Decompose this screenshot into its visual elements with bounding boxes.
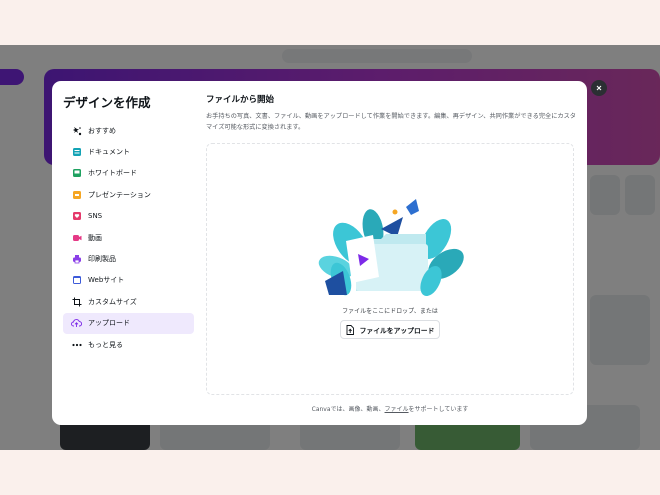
upload-folder-illustration — [318, 199, 464, 296]
nav-item-upload[interactable]: アップロード — [63, 312, 194, 334]
nav-item-document[interactable]: ドキュメント — [63, 141, 194, 162]
whiteboard-icon — [71, 168, 82, 179]
create-design-dialog: デザインを作成 おすすめ ドキュメント ホワイトボード プレゼンテーション SN… — [52, 81, 587, 425]
nav-label: プレゼンテーション — [88, 190, 151, 199]
close-button[interactable] — [591, 80, 607, 96]
presentation-icon — [71, 189, 82, 200]
printer-icon — [71, 254, 82, 265]
sparkle-icon — [71, 125, 82, 136]
cloud-upload-icon — [71, 318, 82, 329]
upload-button-label: ファイルをアップロード — [359, 326, 435, 335]
category-nav: おすすめ ドキュメント ホワイトボード プレゼンテーション SNS 動画 印刷製… — [63, 120, 194, 355]
nav-label: カスタムサイズ — [88, 297, 137, 306]
supported-formats-note: Canvaでは、画像、動画、ファイルをサポートしています — [206, 404, 574, 413]
nav-item-more[interactable]: もっと見る — [63, 334, 194, 355]
nav-item-video[interactable]: 動画 — [63, 227, 194, 248]
nav-label: SNS — [88, 212, 103, 221]
nav-item-sns[interactable]: SNS — [63, 206, 194, 227]
nav-label: ホワイトボード — [88, 169, 137, 178]
website-icon — [71, 275, 82, 286]
nav-item-whiteboard[interactable]: ホワイトボード — [63, 163, 194, 184]
nav-label: ドキュメント — [88, 148, 130, 157]
file-drop-zone[interactable]: ファイルをここにドロップ、または ファイルをアップロード — [206, 143, 574, 395]
nav-label: おすすめ — [88, 126, 116, 135]
nav-label: 動画 — [88, 233, 102, 242]
top-margin — [0, 0, 660, 45]
close-icon — [596, 85, 602, 91]
nav-item-custom-size[interactable]: カスタムサイズ — [63, 291, 194, 312]
nav-label: Webサイト — [88, 276, 125, 285]
heart-icon — [71, 211, 82, 222]
files-link[interactable]: ファイル — [385, 406, 409, 413]
crop-icon — [71, 296, 82, 307]
upload-file-button[interactable]: ファイルをアップロード — [340, 320, 440, 339]
file-upload-icon — [346, 324, 354, 335]
nav-label: アップロード — [88, 319, 130, 328]
nav-item-website[interactable]: Webサイト — [63, 270, 194, 291]
drop-instruction: ファイルをここにドロップ、または — [342, 308, 438, 315]
document-icon — [71, 147, 82, 158]
nav-item-presentation[interactable]: プレゼンテーション — [63, 184, 194, 205]
section-description: お手持ちの写真、文書、ファイル、動画をアップロードして作業を開始できます。編集、… — [206, 113, 576, 131]
nav-item-recommended[interactable]: おすすめ — [63, 120, 194, 141]
nav-label: 印刷製品 — [88, 255, 116, 264]
section-title: ファイルから開始 — [206, 95, 275, 105]
bottom-margin — [0, 450, 660, 495]
nav-label: もっと見る — [88, 340, 123, 349]
video-icon — [71, 232, 82, 243]
more-icon — [71, 339, 82, 350]
footer-prefix: Canvaでは、画像、動画、 — [311, 406, 385, 413]
nav-item-print[interactable]: 印刷製品 — [63, 248, 194, 269]
dialog-title: デザインを作成 — [63, 95, 151, 110]
footer-suffix: をサポートしています — [408, 406, 469, 413]
